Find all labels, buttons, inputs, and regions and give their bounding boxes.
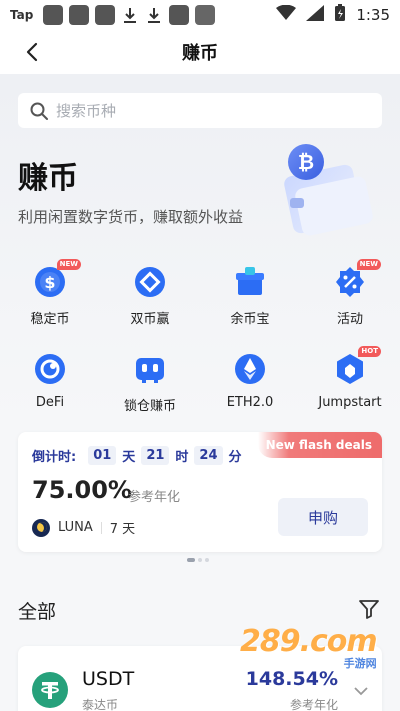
luna-icon bbox=[32, 518, 50, 537]
box-icon bbox=[233, 265, 267, 299]
carrier-label: Tap bbox=[10, 8, 34, 22]
watermark-text: 289.com bbox=[240, 624, 378, 659]
countdown-hour-unit: 时 bbox=[175, 450, 189, 465]
grid-item-stablecoin[interactable]: $ NEW 稳定币 bbox=[0, 259, 100, 327]
usdt-icon bbox=[32, 672, 68, 708]
countdown-label: 倒计时: bbox=[32, 450, 77, 465]
app-notification-icon bbox=[195, 5, 216, 25]
grid-item-eth2[interactable]: ETH2.0 bbox=[200, 352, 300, 410]
wifi-icon bbox=[276, 4, 297, 25]
grid-item-label: 活动 bbox=[336, 312, 363, 327]
countdown-minute-unit: 分 bbox=[228, 450, 242, 465]
download-icon bbox=[145, 5, 163, 25]
new-badge: NEW bbox=[356, 259, 381, 270]
carousel-indicator bbox=[187, 558, 209, 562]
deal-rate-label: 参考年化 bbox=[128, 490, 181, 505]
notification-icon bbox=[95, 5, 116, 25]
search-input[interactable] bbox=[56, 101, 356, 120]
asset-fullname: 泰达币 bbox=[82, 698, 119, 711]
new-badge: NEW bbox=[56, 259, 81, 270]
countdown: 倒计时: 01 天 21 时 24 分 bbox=[32, 446, 242, 465]
carousel-dot bbox=[198, 558, 202, 562]
grid-item-label: DeFi bbox=[35, 395, 65, 410]
carousel-dot bbox=[187, 558, 195, 562]
grid-item-locked-staking[interactable]: 锁仓赚币 bbox=[100, 352, 200, 414]
svg-text:₿: ₿ bbox=[298, 150, 314, 174]
chevron-down-icon[interactable] bbox=[354, 686, 368, 696]
dollar-icon: $ NEW bbox=[33, 259, 81, 299]
deal-rate: 75.00% bbox=[32, 476, 132, 504]
filter-icon bbox=[359, 600, 379, 619]
carousel-dot bbox=[205, 558, 209, 562]
search-bar[interactable] bbox=[18, 93, 382, 128]
diamond-icon bbox=[133, 265, 167, 299]
asset-rate: 148.54% bbox=[245, 668, 338, 690]
deal-coin: LUNA 7 天 bbox=[32, 518, 135, 537]
deal-coin-name: LUNA bbox=[58, 520, 93, 535]
header: 赚币 bbox=[0, 30, 400, 74]
grid-item-label: 稳定币 bbox=[30, 312, 70, 327]
svg-text:$: $ bbox=[44, 273, 55, 292]
flash-deal-card[interactable]: New flash deals 倒计时: 01 天 21 时 24 分 75.0… bbox=[18, 432, 382, 552]
grid-item-defi[interactable]: DeFi bbox=[0, 352, 100, 410]
search-icon bbox=[30, 102, 48, 120]
flash-deal-ribbon: New flash deals bbox=[258, 432, 382, 458]
divider bbox=[100, 521, 102, 534]
hero-title: 赚币 bbox=[18, 161, 78, 196]
hero-subtitle: 利用闲置数字货币，赚取额外收益 bbox=[18, 208, 244, 226]
grid-item-savings[interactable]: 余币宝 bbox=[200, 265, 300, 327]
section-title: 全部 bbox=[18, 601, 57, 623]
notification-icon bbox=[43, 5, 64, 25]
grid-item-jumpstart[interactable]: HOT Jumpstart bbox=[300, 346, 400, 410]
countdown-hours: 21 bbox=[141, 446, 170, 465]
grid-item-label: Jumpstart bbox=[318, 395, 382, 410]
grid-item-dual-currency[interactable]: 双币赢 bbox=[100, 265, 200, 327]
grid-item-label: 余币宝 bbox=[230, 312, 270, 327]
hot-badge: HOT bbox=[358, 346, 381, 357]
chevron-left-icon bbox=[26, 42, 38, 62]
download-icon bbox=[121, 5, 139, 25]
countdown-day-unit: 天 bbox=[122, 450, 136, 465]
battery-icon bbox=[334, 4, 346, 26]
percent-icon: NEW bbox=[333, 259, 381, 299]
watermark-logo: 289.com 手游网 bbox=[240, 624, 378, 671]
subscribe-button[interactable]: 申购 bbox=[278, 498, 368, 536]
lock-icon bbox=[133, 352, 167, 386]
status-time: 1:35 bbox=[356, 6, 390, 24]
countdown-minutes: 24 bbox=[194, 446, 223, 465]
notification-icon bbox=[69, 5, 90, 25]
defi-icon bbox=[33, 352, 67, 386]
eth-icon bbox=[233, 352, 267, 386]
grid-item-label: 锁仓赚币 bbox=[123, 399, 176, 414]
back-button[interactable] bbox=[18, 38, 46, 66]
jumpstart-icon: HOT bbox=[333, 346, 381, 386]
wallet-illustration: ₿ bbox=[280, 140, 380, 240]
grid-item-label: 双币赢 bbox=[130, 312, 170, 327]
status-bar: Tap 1:35 bbox=[0, 0, 400, 30]
page-title: 赚币 bbox=[182, 43, 218, 64]
deal-term: 7 天 bbox=[109, 522, 136, 537]
grid-item-activity[interactable]: NEW 活动 bbox=[300, 259, 400, 327]
asset-rate-label: 参考年化 bbox=[289, 698, 338, 711]
notification-icon bbox=[169, 5, 190, 25]
asset-name: USDT bbox=[82, 668, 135, 690]
countdown-days: 01 bbox=[88, 446, 117, 465]
signal-icon bbox=[306, 5, 325, 25]
grid-item-label: ETH2.0 bbox=[226, 395, 274, 410]
filter-button[interactable] bbox=[358, 598, 380, 620]
